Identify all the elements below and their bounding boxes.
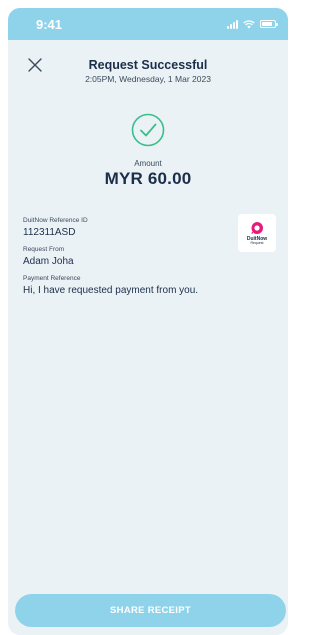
status-icons: [227, 19, 278, 29]
payment-reference-label: Payment Reference: [23, 275, 81, 282]
duitnow-logo-sub: Request: [250, 240, 264, 245]
payment-reference-value: Hi, I have requested payment from you.: [23, 285, 199, 296]
title-block: Request Successful 2:05PM, Wednesday, 1 …: [8, 40, 288, 84]
wifi-icon: [243, 19, 255, 28]
close-icon[interactable]: [24, 54, 46, 76]
request-from-label: Request From: [23, 246, 65, 253]
duitnow-logo: DuitNow Request: [238, 214, 276, 252]
battery-icon: [260, 20, 278, 28]
phone-screen: 9:41 Request Successful 2:05PM, Wednesda…: [8, 8, 288, 635]
status-time: 9:41: [36, 16, 63, 32]
page-subtitle: 2:05PM, Wednesday, 1 Mar 2023: [85, 74, 211, 84]
reference-id-value: 112311ASD: [23, 227, 76, 238]
details-section: DuitNow Request DuitNow Reference ID 112…: [8, 214, 288, 296]
reference-id-label: DuitNow Reference ID: [23, 217, 88, 224]
success-check-container: [8, 113, 288, 147]
share-receipt-button[interactable]: SHARE RECEIPT: [15, 594, 286, 627]
amount-value: MYR 60.00: [104, 169, 192, 188]
header: Request Successful 2:05PM, Wednesday, 1 …: [8, 40, 288, 102]
page-title: Request Successful: [88, 58, 208, 72]
success-check-icon: [131, 113, 165, 147]
request-from-value: Adam Joha: [23, 256, 74, 267]
amount-label: Amount: [134, 159, 162, 168]
duitnow-logo-icon: [251, 221, 264, 234]
status-bar: 9:41: [8, 8, 288, 40]
signal-icon: [227, 19, 238, 29]
